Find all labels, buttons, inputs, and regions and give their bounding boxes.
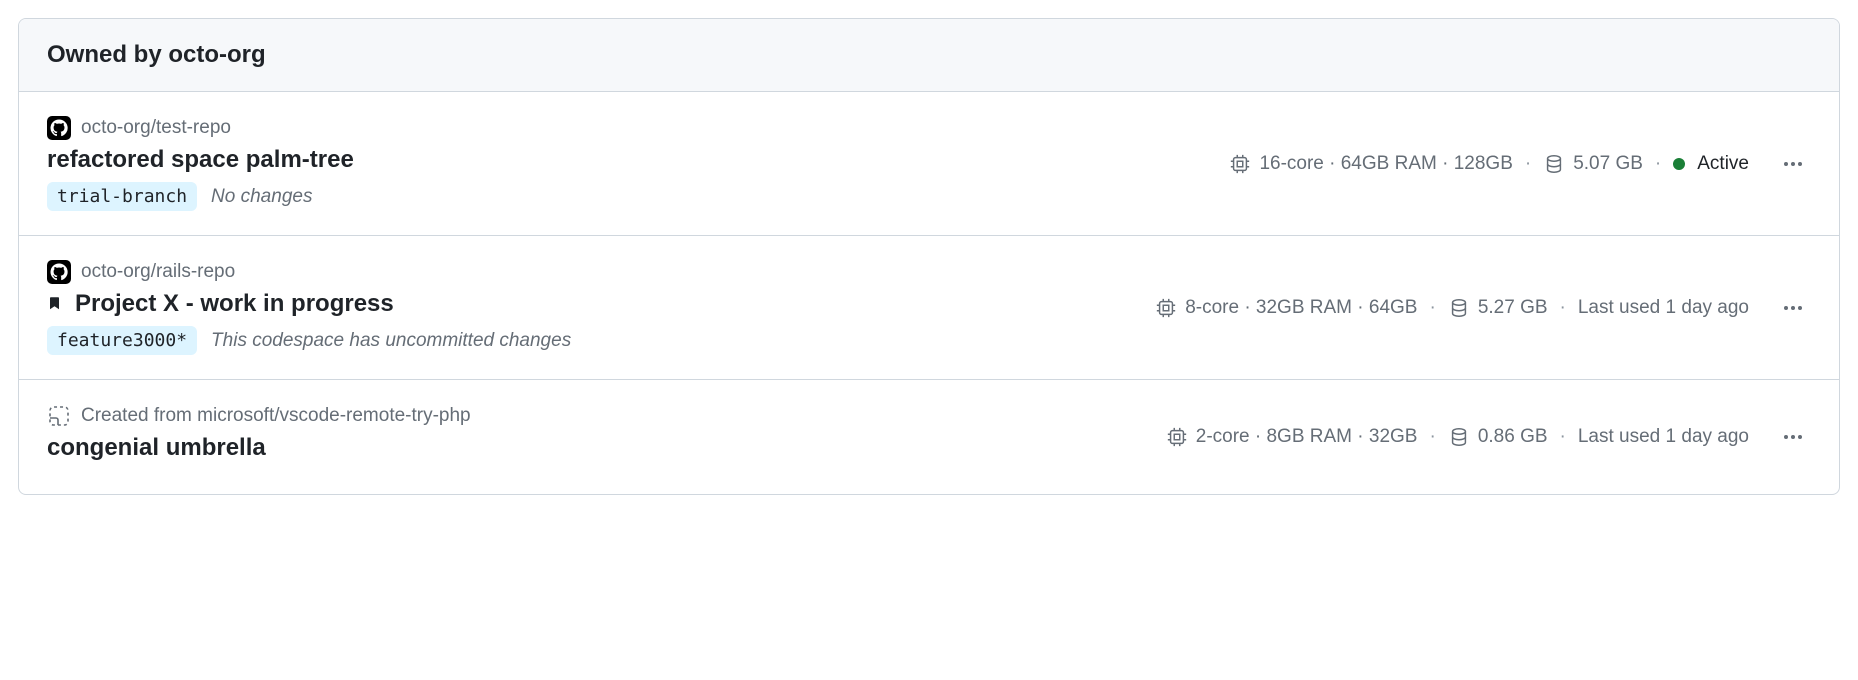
- branch-chip[interactable]: feature3000*: [47, 326, 197, 355]
- codespaces-panel: Owned by octo-org octo-org/test-repo refa…: [18, 18, 1840, 495]
- codespace-row: octo-org/test-repo refactored space palm-…: [19, 92, 1839, 236]
- panel-title: Owned by octo-org: [47, 41, 1811, 69]
- changes-text: No changes: [211, 186, 312, 208]
- database-icon: [1448, 426, 1470, 448]
- separator: ·: [1651, 153, 1665, 175]
- branch-line: feature3000* This codespace has uncommitt…: [47, 326, 1139, 355]
- last-used-text: Last used 1 day ago: [1578, 297, 1749, 319]
- cpu-icon: [1166, 426, 1188, 448]
- bookmark-icon: [47, 295, 65, 313]
- github-avatar-icon: [47, 116, 71, 140]
- status-active-dot-icon: [1673, 158, 1685, 170]
- database-icon: [1543, 153, 1565, 175]
- machine-specs: 8-core · 32GB RAM · 64GB: [1185, 297, 1417, 319]
- github-avatar-icon: [47, 260, 71, 284]
- panel-header: Owned by octo-org: [19, 19, 1839, 92]
- machine-specs: 16-core · 64GB RAM · 128GB: [1259, 153, 1512, 175]
- branch-line: trial-branch No changes: [47, 182, 1213, 211]
- repo-link[interactable]: octo-org/test-repo: [81, 117, 231, 139]
- actions-menu-button[interactable]: [1775, 419, 1811, 455]
- disk-usage: 5.27 GB: [1478, 297, 1548, 319]
- separator: ·: [1556, 426, 1570, 448]
- branch-chip[interactable]: trial-branch: [47, 182, 197, 211]
- repo-line: octo-org/rails-repo: [47, 260, 1139, 284]
- codespace-name-link[interactable]: Project X - work in progress: [75, 290, 394, 318]
- disk-usage: 5.07 GB: [1573, 153, 1643, 175]
- name-line: congenial umbrella: [47, 434, 1150, 462]
- row-right: 2-core · 8GB RAM · 32GB · 0.86 GB · Last use…: [1166, 419, 1811, 455]
- separator: ·: [1521, 153, 1535, 175]
- row-left: Created from microsoft/vscode-remote-try…: [47, 404, 1150, 470]
- repo-link[interactable]: Created from microsoft/vscode-remote-try…: [81, 405, 471, 427]
- row-right: 8-core · 32GB RAM · 64GB · 5.27 GB · Last us…: [1155, 290, 1811, 326]
- status-text: Active: [1697, 153, 1749, 175]
- disk-usage: 0.86 GB: [1478, 426, 1548, 448]
- codespace-row: Created from microsoft/vscode-remote-try…: [19, 380, 1839, 494]
- name-line: Project X - work in progress: [47, 290, 1139, 318]
- cpu-icon: [1155, 297, 1177, 319]
- name-line: refactored space palm-tree: [47, 146, 1213, 174]
- machine-specs: 2-core · 8GB RAM · 32GB: [1196, 426, 1418, 448]
- codespace-name-link[interactable]: refactored space palm-tree: [47, 146, 354, 174]
- repo-line: Created from microsoft/vscode-remote-try…: [47, 404, 1150, 428]
- separator: ·: [1425, 297, 1439, 319]
- last-used-text: Last used 1 day ago: [1578, 426, 1749, 448]
- row-left: octo-org/test-repo refactored space palm-…: [47, 116, 1213, 211]
- separator: ·: [1425, 426, 1439, 448]
- codespace-name-link[interactable]: congenial umbrella: [47, 434, 266, 462]
- template-repo-icon: [47, 404, 71, 428]
- actions-menu-button[interactable]: [1775, 290, 1811, 326]
- repo-link[interactable]: octo-org/rails-repo: [81, 261, 235, 283]
- changes-text: This codespace has uncommitted changes: [211, 330, 571, 352]
- actions-menu-button[interactable]: [1775, 146, 1811, 182]
- repo-line: octo-org/test-repo: [47, 116, 1213, 140]
- cpu-icon: [1229, 153, 1251, 175]
- row-left: octo-org/rails-repo Project X - work in p…: [47, 260, 1139, 355]
- database-icon: [1448, 297, 1470, 319]
- codespace-row: octo-org/rails-repo Project X - work in p…: [19, 236, 1839, 380]
- separator: ·: [1556, 297, 1570, 319]
- row-right: 16-core · 64GB RAM · 128GB · 5.07 GB · Activ…: [1229, 146, 1811, 182]
